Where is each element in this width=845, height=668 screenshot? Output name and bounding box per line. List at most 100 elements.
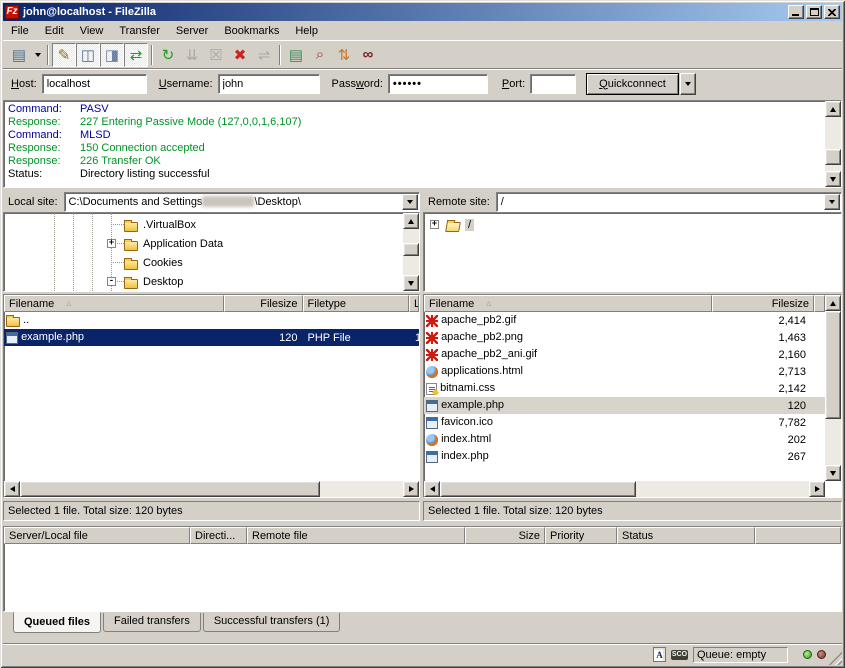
column-header-size[interactable]: Size <box>465 527 545 544</box>
remote-site-combo[interactable]: / <box>496 192 842 212</box>
menu-help[interactable]: Help <box>287 23 326 39</box>
refresh-icon[interactable]: ↻ <box>156 43 180 67</box>
scroll-thumb[interactable] <box>440 481 636 497</box>
toolbar: ▤ ✎ ◫ ◨ ⇄ ↻ ⇊ ☒ ✖ ⇌ ▤ ⌕ ⇅ ∞ <box>3 40 842 68</box>
column-header-status[interactable]: Status <box>617 527 755 544</box>
column-header-filetype[interactable]: Filetype <box>303 295 409 312</box>
quickconnect-button[interactable]: Quickconnect <box>586 73 679 95</box>
scroll-down-button[interactable] <box>825 171 841 187</box>
expand-icon[interactable]: + <box>430 220 439 229</box>
menu-bookmarks[interactable]: Bookmarks <box>216 23 287 39</box>
ascii-datatype-icon: A <box>653 647 666 662</box>
menu-server[interactable]: Server <box>168 23 216 39</box>
tree-item-desktop[interactable]: - Desktop <box>4 272 419 291</box>
scroll-up-button[interactable] <box>825 101 841 117</box>
toggle-message-log-icon[interactable]: ✎ <box>52 43 76 67</box>
scroll-thumb[interactable] <box>20 481 320 497</box>
column-header-priority[interactable]: Priority <box>545 527 617 544</box>
file-row-selected[interactable]: example.php 120 PHP File 1 <box>4 329 419 346</box>
menu-edit[interactable]: Edit <box>37 23 72 39</box>
file-row-selected[interactable]: example.php 120 <box>424 397 825 414</box>
synchronized-browsing-icon[interactable]: ⇅ <box>332 43 356 67</box>
menu-view[interactable]: View <box>72 23 112 39</box>
column-header-filesize[interactable]: Filesize <box>712 295 814 312</box>
minimize-button[interactable] <box>788 5 804 19</box>
toggle-local-tree-icon[interactable]: ◫ <box>76 43 100 67</box>
filezilla-logo-icon: Fz <box>5 5 19 19</box>
disconnect-icon[interactable]: ✖ <box>228 43 252 67</box>
toggle-remote-tree-icon[interactable]: ◨ <box>100 43 124 67</box>
tab-failed-transfers[interactable]: Failed transfers <box>103 613 201 632</box>
port-input[interactable] <box>530 74 576 94</box>
quickconnect-bar: Host: Username: Password: Port: Quickcon… <box>3 68 842 98</box>
menu-transfer[interactable]: Transfer <box>111 23 168 39</box>
chevron-down-icon <box>35 53 41 57</box>
combo-dropdown-button[interactable] <box>402 194 418 210</box>
column-header-filesize[interactable]: Filesize <box>224 295 303 312</box>
remote-list-vscrollbar[interactable] <box>825 295 841 481</box>
log-scrollbar[interactable] <box>825 101 841 187</box>
scroll-down-button[interactable] <box>403 275 419 291</box>
quickconnect-dropdown[interactable] <box>680 73 696 95</box>
tree-item-application-data[interactable]: + Application Data <box>4 234 419 253</box>
column-header-filename[interactable]: Filename▵ <box>424 295 712 312</box>
tab-successful-transfers[interactable]: Successful transfers (1) <box>203 613 341 632</box>
scroll-thumb[interactable] <box>403 243 419 256</box>
column-header-lastmodified[interactable]: L <box>409 295 419 312</box>
site-manager-dropdown[interactable] <box>31 44 44 66</box>
scroll-down-button[interactable] <box>825 465 841 481</box>
close-button[interactable] <box>824 5 840 19</box>
scroll-up-button[interactable] <box>403 213 419 229</box>
file-row[interactable]: apache_pb2_ani.gif 2,160 <box>424 346 825 363</box>
local-site-combo[interactable]: C:\Documents and Settings\Desktop\ <box>64 192 420 212</box>
tree-item-cookies[interactable]: Cookies <box>4 253 419 272</box>
scroll-thumb[interactable] <box>825 311 841 419</box>
file-row[interactable]: .. <box>4 312 419 329</box>
collapse-icon[interactable]: - <box>107 277 116 286</box>
resize-grip[interactable] <box>828 651 842 665</box>
process-queue-icon: ⇊ <box>180 43 204 67</box>
find-files-icon[interactable]: ∞ <box>356 43 380 67</box>
directory-comparison-icon[interactable]: ⌕ <box>308 43 332 67</box>
local-site-row: Local site: C:\Documents and Settings\De… <box>3 191 420 212</box>
folder-icon <box>124 222 138 232</box>
scroll-right-button[interactable] <box>809 481 825 497</box>
local-tree-scrollbar[interactable] <box>403 213 419 291</box>
menu-file[interactable]: File <box>3 23 37 39</box>
filename-filters-icon[interactable]: ▤ <box>284 43 308 67</box>
password-input[interactable] <box>388 74 488 94</box>
scroll-up-button[interactable] <box>825 295 841 311</box>
expand-icon[interactable]: + <box>107 239 116 248</box>
column-header-filename[interactable]: Filename▵ <box>4 295 224 312</box>
scroll-right-button[interactable] <box>403 481 419 497</box>
site-manager-icon[interactable]: ▤ <box>7 43 31 67</box>
username-label: Username: <box>159 78 213 90</box>
local-list-hscrollbar[interactable] <box>4 481 419 497</box>
host-input[interactable] <box>42 74 147 94</box>
scroll-left-button[interactable] <box>4 481 20 497</box>
image-file-icon <box>426 332 438 344</box>
tree-item-root[interactable]: + / <box>424 215 841 234</box>
file-row[interactable]: apache_pb2.gif 2,414 <box>424 312 825 329</box>
scroll-thumb[interactable] <box>825 149 841 165</box>
log-line: Status:Directory listing successful <box>4 168 841 181</box>
file-row[interactable]: applications.html 2,713 <box>424 363 825 380</box>
username-input[interactable] <box>218 74 320 94</box>
file-row[interactable]: index.php 267 <box>424 448 825 465</box>
toolbar-separator <box>151 45 153 65</box>
column-header-server-local-file[interactable]: Server/Local file <box>4 527 190 544</box>
file-row[interactable]: index.html 202 <box>424 431 825 448</box>
file-row[interactable]: apache_pb2.png 1,463 <box>424 329 825 346</box>
maximize-button[interactable] <box>806 5 822 19</box>
combo-dropdown-button[interactable] <box>824 194 840 210</box>
host-label: Host: <box>11 78 37 90</box>
scroll-left-button[interactable] <box>424 481 440 497</box>
toggle-transfer-queue-icon[interactable]: ⇄ <box>124 43 148 67</box>
tree-item-virtualbox[interactable]: .VirtualBox <box>4 215 419 234</box>
remote-list-hscrollbar[interactable] <box>424 481 825 497</box>
column-header-remote-file[interactable]: Remote file <box>247 527 465 544</box>
file-row[interactable]: favicon.ico 7,782 <box>424 414 825 431</box>
tab-queued-files[interactable]: Queued files <box>13 612 101 633</box>
file-row[interactable]: bitnami.css 2,142 <box>424 380 825 397</box>
column-header-direction[interactable]: Directi... <box>190 527 247 544</box>
